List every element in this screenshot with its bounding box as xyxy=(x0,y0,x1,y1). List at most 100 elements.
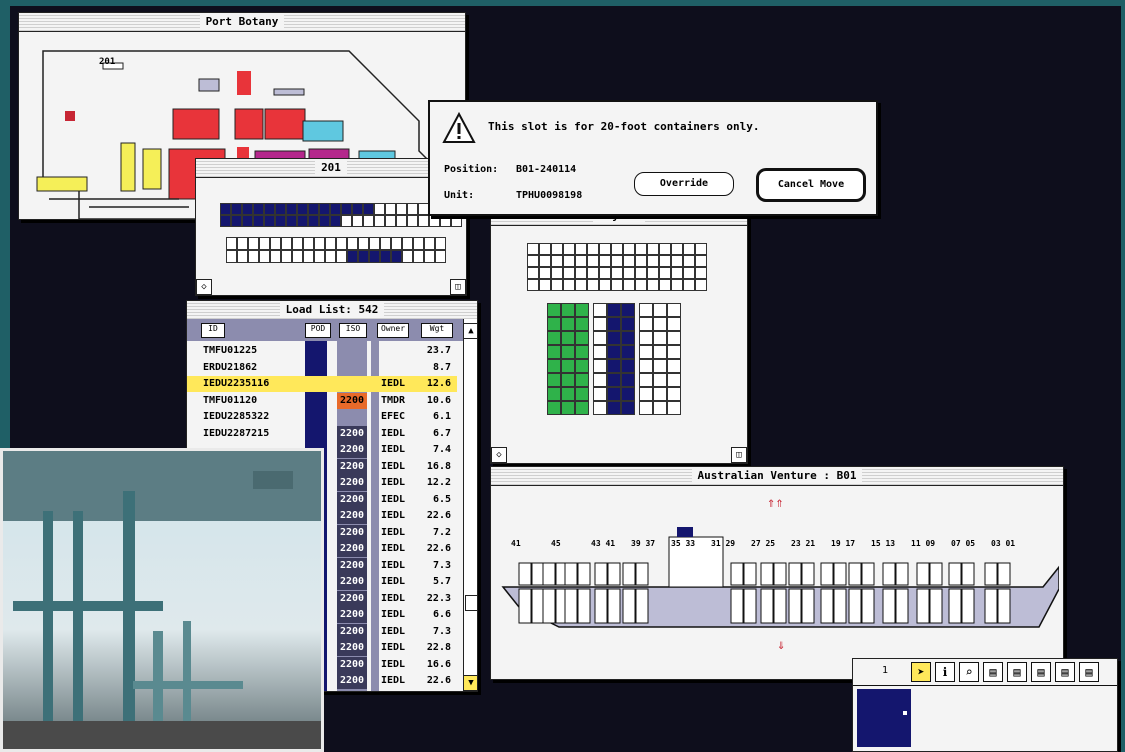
bay-slot-cell[interactable] xyxy=(607,345,621,359)
slot-cell[interactable] xyxy=(314,250,325,263)
deck-stack[interactable] xyxy=(542,562,556,586)
bay-slot-cell[interactable] xyxy=(623,267,635,279)
bay-slot-cell[interactable] xyxy=(635,243,647,255)
stack-icon-5[interactable]: ▤ xyxy=(1079,662,1099,682)
bay-slot-cell[interactable] xyxy=(547,345,561,359)
bay-slot-cell[interactable] xyxy=(527,279,539,291)
bay-slot-cell[interactable] xyxy=(593,359,607,373)
bay-slot-cell[interactable] xyxy=(599,243,611,255)
bay-slot-cell[interactable] xyxy=(575,387,589,401)
slot-cell[interactable] xyxy=(253,215,264,227)
bay-slot-cell[interactable] xyxy=(607,303,621,317)
slot-cell[interactable] xyxy=(347,237,358,250)
bay-slot-cell[interactable] xyxy=(561,387,575,401)
bay-slot-cell[interactable] xyxy=(551,279,563,291)
bay-slot-cell[interactable] xyxy=(575,279,587,291)
slot-cell[interactable] xyxy=(352,203,363,215)
deck-stack[interactable] xyxy=(961,562,975,586)
bay-slot-cell[interactable] xyxy=(611,279,623,291)
bay-slot-cell[interactable] xyxy=(653,317,667,331)
bay-slot-cell[interactable] xyxy=(639,331,653,345)
bay-slot-cell[interactable] xyxy=(639,401,653,415)
deck-stack[interactable] xyxy=(861,562,875,586)
header-weight[interactable]: Wgt xyxy=(421,323,453,338)
slot-cell[interactable] xyxy=(259,250,270,263)
bay-slot-cell[interactable] xyxy=(621,401,635,415)
load-list-row[interactable]: IEDU2285322 EFEC 6.1 xyxy=(187,409,457,425)
slot-cell[interactable] xyxy=(374,203,385,215)
bay-slot-cell[interactable] xyxy=(635,267,647,279)
hold-stack[interactable] xyxy=(801,588,815,624)
slot-cell[interactable] xyxy=(440,215,451,227)
bay-slot-cell[interactable] xyxy=(547,401,561,415)
slot-cell[interactable] xyxy=(303,250,314,263)
palette-tab[interactable]: 1 xyxy=(875,665,895,676)
bay-slot-cell[interactable] xyxy=(575,331,589,345)
hold-stack[interactable] xyxy=(882,588,896,624)
deck-stack[interactable] xyxy=(773,562,787,586)
bay-slot-cell[interactable] xyxy=(623,243,635,255)
scroll-thumb[interactable] xyxy=(465,595,477,611)
bay-slot-cell[interactable] xyxy=(547,359,561,373)
hold-stack[interactable] xyxy=(833,588,847,624)
header-id[interactable]: ID xyxy=(201,323,225,338)
bay-slot-cell[interactable] xyxy=(683,243,695,255)
bay-slot-cell[interactable] xyxy=(653,387,667,401)
scroll-down-arrow[interactable]: ▼ xyxy=(463,675,477,691)
slot-cell[interactable] xyxy=(248,237,259,250)
bay-slot-cell[interactable] xyxy=(647,255,659,267)
slot-cell[interactable] xyxy=(248,250,259,263)
bay-scroll-left[interactable]: ◇ xyxy=(491,447,507,463)
bay-slot-cell[interactable] xyxy=(667,373,681,387)
bay-slot-cell[interactable] xyxy=(563,267,575,279)
bay-slot-cell[interactable] xyxy=(587,243,599,255)
bay-slot-cell[interactable] xyxy=(593,303,607,317)
bay-slot-cell[interactable] xyxy=(611,243,623,255)
bay-hold-grid-navy[interactable] xyxy=(593,303,635,415)
slot-cell[interactable] xyxy=(352,215,363,227)
bay-slot-cell[interactable] xyxy=(621,331,635,345)
bay-slot-cell[interactable] xyxy=(575,359,589,373)
row-201-upper-grid[interactable] xyxy=(220,203,462,227)
bay-slot-cell[interactable] xyxy=(667,387,681,401)
slot-cell[interactable] xyxy=(396,203,407,215)
slot-cell[interactable] xyxy=(330,215,341,227)
slot-cell[interactable] xyxy=(435,237,446,250)
slot-cell[interactable] xyxy=(286,203,297,215)
bay-slot-cell[interactable] xyxy=(547,331,561,345)
bay-slot-cell[interactable] xyxy=(667,359,681,373)
bay-slot-cell[interactable] xyxy=(635,255,647,267)
bay-slot-cell[interactable] xyxy=(667,317,681,331)
deck-stack[interactable] xyxy=(929,562,943,586)
bay-slot-cell[interactable] xyxy=(547,387,561,401)
slot-cell[interactable] xyxy=(242,215,253,227)
bay-slot-cell[interactable] xyxy=(547,303,561,317)
stack-icon-1[interactable]: ▤ xyxy=(983,662,1003,682)
bay-slot-cell[interactable] xyxy=(575,345,589,359)
bay-slot-cell[interactable] xyxy=(575,255,587,267)
slot-cell[interactable] xyxy=(424,237,435,250)
scroll-up-chevrons[interactable]: ⇑⇑ xyxy=(767,495,784,511)
slot-cell[interactable] xyxy=(451,215,462,227)
bay-slot-cell[interactable] xyxy=(607,317,621,331)
bay-slot-cell[interactable] xyxy=(639,387,653,401)
bay-slot-cell[interactable] xyxy=(623,279,635,291)
deck-stack[interactable] xyxy=(594,562,608,586)
load-list-row[interactable]: ERDU21862 8.7 xyxy=(187,360,457,376)
slot-cell[interactable] xyxy=(429,215,440,227)
bay-hold-grid-empty[interactable] xyxy=(639,303,681,415)
bay-slot-cell[interactable] xyxy=(539,279,551,291)
bay-slot-cell[interactable] xyxy=(635,279,647,291)
slot-cell[interactable] xyxy=(264,203,275,215)
slot-cell[interactable] xyxy=(413,237,424,250)
alert-dialog[interactable]: This slot is for 20-foot containers only… xyxy=(428,100,878,216)
load-list-titlebar[interactable]: Load List: 542 xyxy=(187,301,477,320)
slot-cell[interactable] xyxy=(424,250,435,263)
slot-cell[interactable] xyxy=(391,237,402,250)
bay-slot-cell[interactable] xyxy=(659,243,671,255)
row-201-lower-grid[interactable] xyxy=(226,237,446,263)
header-pod[interactable]: POD xyxy=(305,323,331,338)
slot-cell[interactable] xyxy=(341,215,352,227)
bay-slot-cell[interactable] xyxy=(683,255,695,267)
bay-slot-cell[interactable] xyxy=(593,331,607,345)
